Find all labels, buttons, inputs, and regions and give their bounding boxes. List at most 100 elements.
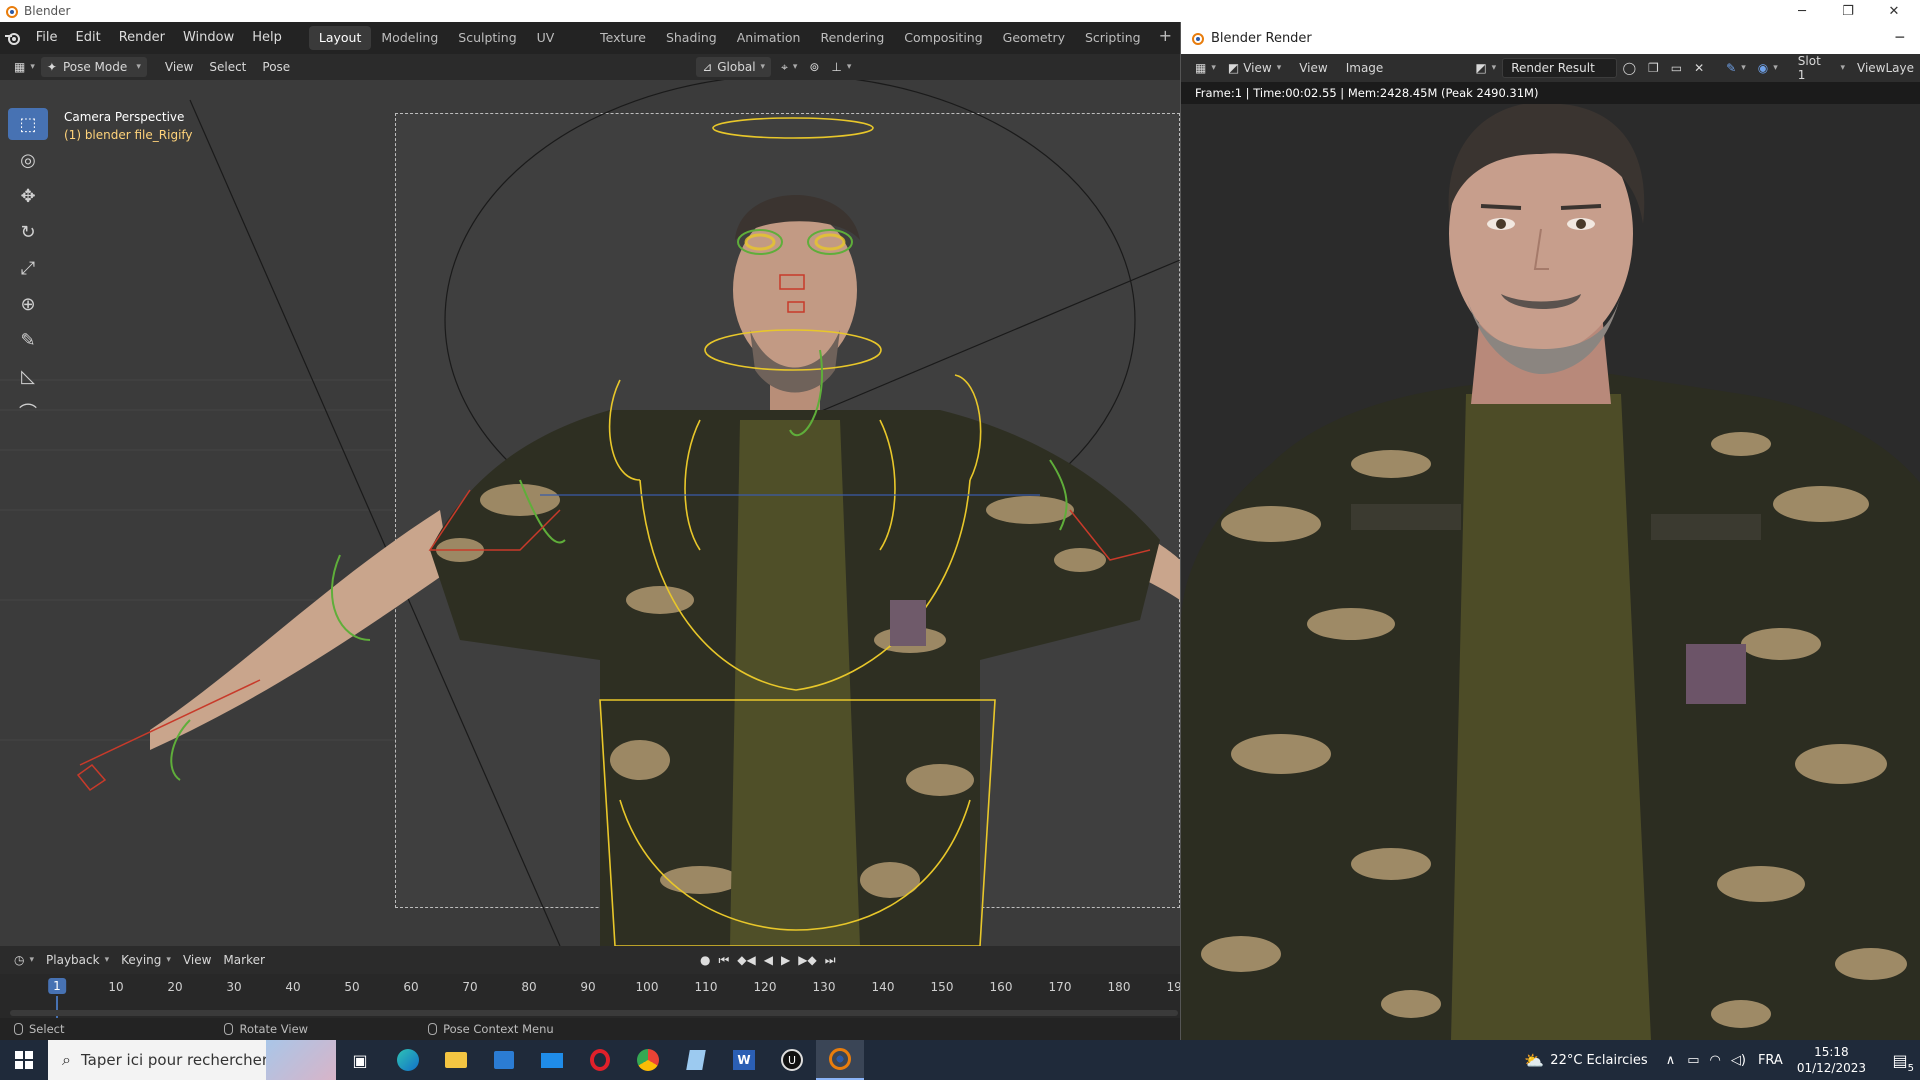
annotate-tool-icon[interactable]: ✎: [8, 324, 48, 356]
tab-compositing[interactable]: Compositing: [894, 26, 992, 50]
proportional-edit-icon[interactable]: ⊥ ▾: [825, 57, 857, 77]
measure-tool-icon[interactable]: ◺: [8, 360, 48, 392]
menu-image-view[interactable]: View: [1293, 58, 1333, 78]
open-image-icon[interactable]: ▭: [1665, 58, 1688, 78]
language-indicator[interactable]: FRA: [1758, 1053, 1783, 1068]
restore-icon[interactable]: ❐: [1826, 0, 1870, 22]
tab-uv-editing[interactable]: UV Editing: [527, 26, 591, 69]
record-icon[interactable]: ●: [700, 953, 710, 968]
blender-menu-icon[interactable]: [0, 30, 27, 46]
gizmo-icon[interactable]: ◉ ▾: [1752, 58, 1784, 78]
wifi-icon[interactable]: ◠: [1710, 1053, 1721, 1068]
view-layer-dropdown[interactable]: ViewLaye: [1851, 58, 1920, 78]
render-result-image[interactable]: [1181, 104, 1920, 1040]
minimize-icon[interactable]: ─: [1780, 0, 1824, 22]
play-reverse-icon[interactable]: ◀: [764, 953, 773, 968]
select-box-tool-icon[interactable]: ⬚: [8, 108, 48, 140]
view-name: Camera Perspective: [64, 110, 185, 124]
jump-start-icon[interactable]: ⏮: [718, 953, 729, 968]
tab-sculpting[interactable]: Sculpting: [448, 26, 526, 50]
timeline-tick: 120: [753, 980, 777, 994]
minimize-icon[interactable]: ─: [1896, 30, 1904, 46]
jump-end-icon[interactable]: ⏭: [825, 953, 836, 968]
timeline-scrollbar[interactable]: [10, 1010, 1178, 1016]
scale-tool-icon[interactable]: ⤢: [8, 252, 48, 284]
unreal-engine-icon[interactable]: U: [768, 1040, 816, 1080]
transform-tool-icon[interactable]: ⊕: [8, 288, 48, 320]
menu-window[interactable]: Window: [174, 26, 243, 50]
editor-type-icon[interactable]: ▦ ▾: [8, 57, 41, 77]
windows-start-icon[interactable]: [0, 1040, 48, 1080]
move-tool-icon[interactable]: ✥: [8, 180, 48, 212]
pivot-icon[interactable]: ⌖ ▾: [775, 57, 803, 77]
clock[interactable]: 15:18 01/12/2023: [1797, 1044, 1866, 1076]
unlink-image-icon[interactable]: ✕: [1688, 58, 1710, 78]
mode-dropdown[interactable]: ✦ Pose Mode ▾: [40, 57, 147, 77]
tab-layout[interactable]: Layout: [308, 26, 372, 50]
image-name-field[interactable]: Render Result: [1502, 58, 1617, 78]
menu-edit[interactable]: Edit: [67, 26, 110, 50]
close-icon[interactable]: ✕: [1872, 0, 1916, 22]
chevron-up-icon[interactable]: ∧: [1666, 1053, 1676, 1068]
tab-shading[interactable]: Shading: [656, 26, 727, 50]
menu-help[interactable]: Help: [243, 26, 291, 50]
weather-icon[interactable]: ⛅: [1524, 1051, 1544, 1070]
image-view-mode-dropdown[interactable]: ◩ View ▾: [1222, 58, 1287, 78]
file-explorer-icon[interactable]: [432, 1040, 480, 1080]
image-editor-type-icon[interactable]: ▦ ▾: [1189, 58, 1222, 78]
play-icon[interactable]: ▶: [781, 953, 790, 968]
fake-user-icon[interactable]: ◯: [1617, 58, 1642, 78]
add-workspace-button[interactable]: +: [1151, 26, 1180, 50]
camera-tray-icon[interactable]: ▭: [1687, 1053, 1699, 1068]
microsoft-store-icon[interactable]: [480, 1040, 528, 1080]
menu-select[interactable]: Select: [203, 57, 252, 77]
tab-rendering[interactable]: Rendering: [810, 26, 894, 50]
cursor-tool-icon[interactable]: ◎: [8, 144, 48, 176]
menu-marker[interactable]: Marker: [217, 950, 270, 970]
sample-tool-icon[interactable]: ✎ ▾: [1720, 58, 1752, 78]
tab-scripting[interactable]: Scripting: [1075, 26, 1151, 50]
volume-icon[interactable]: ◁): [1731, 1053, 1746, 1068]
mail-icon[interactable]: [528, 1040, 576, 1080]
timeline-editor-type-icon[interactable]: ◷ ▾: [8, 950, 40, 970]
task-view-icon[interactable]: ▣: [336, 1040, 384, 1080]
menu-keying[interactable]: Keying ▾: [115, 950, 177, 970]
orientation-label: Global: [717, 60, 756, 74]
notes-app-icon[interactable]: [672, 1040, 720, 1080]
taskbar-search-box[interactable]: ⌕ Taper ici pour rechercher: [48, 1040, 336, 1080]
timeline-ruler[interactable]: 1 10 20 30 40 50 60 70 80 90 100 110 120 130 140 150 16…: [0, 974, 1189, 1018]
status-context-label: Pose Context Menu: [443, 1022, 554, 1036]
image-browse-icon[interactable]: ◩ ▾: [1469, 58, 1502, 78]
tab-texture-paint[interactable]: Texture Paint: [590, 26, 656, 69]
mouse-left-icon: [14, 1023, 23, 1035]
jump-keyframe-forward-icon[interactable]: ▶◆: [798, 953, 816, 968]
tab-modeling[interactable]: Modeling: [371, 26, 448, 50]
tab-geometry-nodes[interactable]: Geometry Nodes: [993, 26, 1075, 69]
chrome-browser-icon[interactable]: [624, 1040, 672, 1080]
jump-keyframe-back-icon[interactable]: ◆◀: [737, 953, 755, 968]
orientation-dropdown[interactable]: ⊿ Global ▾: [696, 57, 772, 77]
snap-icon[interactable]: ⊚: [803, 57, 825, 77]
blender-taskbar-icon[interactable]: [816, 1040, 864, 1080]
3d-viewport[interactable]: ⬚ ◎ ✥ ↻ ⤢ ⊕ ✎ ◺ ⌒ Camera Perspective (1)…: [0, 80, 1180, 946]
weather-text[interactable]: 22°C Eclaircies: [1550, 1053, 1647, 1068]
new-image-icon[interactable]: ❐: [1642, 58, 1665, 78]
tool-shelf: ⬚ ◎ ✥ ↻ ⤢ ⊕ ✎ ◺ ⌒: [8, 108, 48, 432]
rotate-tool-icon[interactable]: ↻: [8, 216, 48, 248]
opera-browser-icon[interactable]: [576, 1040, 624, 1080]
edge-browser-icon[interactable]: [384, 1040, 432, 1080]
timeline-tick: 60: [403, 980, 419, 994]
slot-dropdown[interactable]: Slot 1 ▾: [1792, 54, 1851, 82]
bone-tool-icon[interactable]: ⌒: [8, 396, 48, 428]
menu-playback[interactable]: Playback ▾: [40, 950, 115, 970]
notifications-icon[interactable]: ▤ 5: [1880, 1040, 1920, 1080]
menu-pose[interactable]: Pose: [256, 57, 296, 77]
menu-render[interactable]: Render: [110, 26, 174, 50]
menu-file[interactable]: File: [27, 26, 67, 50]
menu-timeline-view[interactable]: View: [177, 950, 217, 970]
menu-image[interactable]: Image: [1340, 58, 1390, 78]
tab-animation[interactable]: Animation: [727, 26, 811, 50]
current-frame-indicator[interactable]: 1: [48, 978, 66, 994]
word-icon[interactable]: W: [720, 1040, 768, 1080]
menu-view[interactable]: View: [159, 57, 199, 77]
